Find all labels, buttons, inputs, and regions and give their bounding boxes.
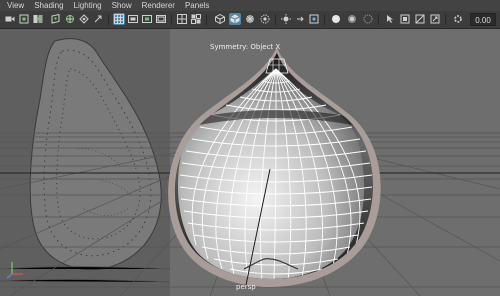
depth-of-field-icon[interactable] (330, 13, 342, 25)
gamma-icon[interactable] (429, 13, 441, 25)
symmetry-status-label: Symmetry: Object X (210, 43, 281, 51)
shadows-icon[interactable] (259, 13, 271, 25)
textured-icon[interactable] (229, 13, 241, 25)
camera-attributes-icon[interactable] (18, 13, 30, 25)
toolbar-separator (206, 14, 207, 25)
multisample-aa-icon[interactable] (308, 13, 320, 25)
gate-mask-icon[interactable] (92, 13, 104, 25)
exposure-icon[interactable] (414, 13, 426, 25)
image-plane-icon[interactable] (50, 13, 62, 25)
use-all-lights-icon[interactable] (244, 13, 256, 25)
exposure-field[interactable]: 0.00 (470, 13, 496, 26)
maya-viewport-panel: View Shading Lighting Show Renderer Pane… (0, 0, 500, 296)
toolbar-separator (324, 14, 325, 25)
xray-joints-icon[interactable] (384, 13, 396, 25)
drop-mesh[interactable] (168, 47, 381, 287)
panel-toolbar: 0.00 (0, 11, 500, 29)
safe-title-icon[interactable] (155, 13, 167, 25)
menu-lighting[interactable]: Lighting (69, 0, 107, 11)
screen-space-ao-icon[interactable] (280, 13, 292, 25)
toolbar-separator (108, 14, 109, 25)
smooth-shade-icon[interactable] (190, 13, 202, 25)
grid-icon[interactable] (113, 13, 125, 25)
film-gate-icon[interactable] (64, 13, 76, 25)
menu-renderer[interactable]: Renderer (137, 0, 180, 11)
menu-view[interactable]: View (0, 0, 29, 11)
3d-viewport[interactable]: Symmetry: Object X persp (0, 29, 500, 296)
image-plane (0, 29, 171, 296)
viewport-scene (0, 29, 500, 296)
motion-blur-icon[interactable] (294, 13, 306, 25)
z-axis-icon (6, 273, 13, 279)
panel-menubar: View Shading Lighting Show Renderer Pane… (0, 0, 500, 11)
safe-action-icon[interactable] (141, 13, 153, 25)
bookmark-icon[interactable] (32, 13, 44, 25)
view-axis-indicator (6, 262, 23, 279)
field-chart-icon[interactable] (127, 13, 139, 25)
xray-icon[interactable] (362, 13, 374, 25)
menu-panels[interactable]: Panels (180, 0, 214, 11)
camera-icon[interactable] (4, 13, 16, 25)
wireframe-on-shaded-icon[interactable] (214, 13, 226, 25)
menu-shading[interactable]: Shading (29, 0, 68, 11)
isolate-select-icon[interactable] (346, 13, 358, 25)
toolbar-separator (378, 14, 379, 25)
camera-name-label: persp (236, 283, 256, 291)
exposure-reset-icon[interactable] (452, 13, 464, 25)
toolbar-separator (445, 14, 446, 25)
toolbar-separator (275, 14, 276, 25)
resolution-gate-icon[interactable] (78, 13, 90, 25)
menu-show[interactable]: Show (107, 0, 137, 11)
toolbar-separator (171, 14, 172, 25)
wireframe-icon[interactable] (176, 13, 188, 25)
xray-components-icon[interactable] (399, 13, 411, 25)
